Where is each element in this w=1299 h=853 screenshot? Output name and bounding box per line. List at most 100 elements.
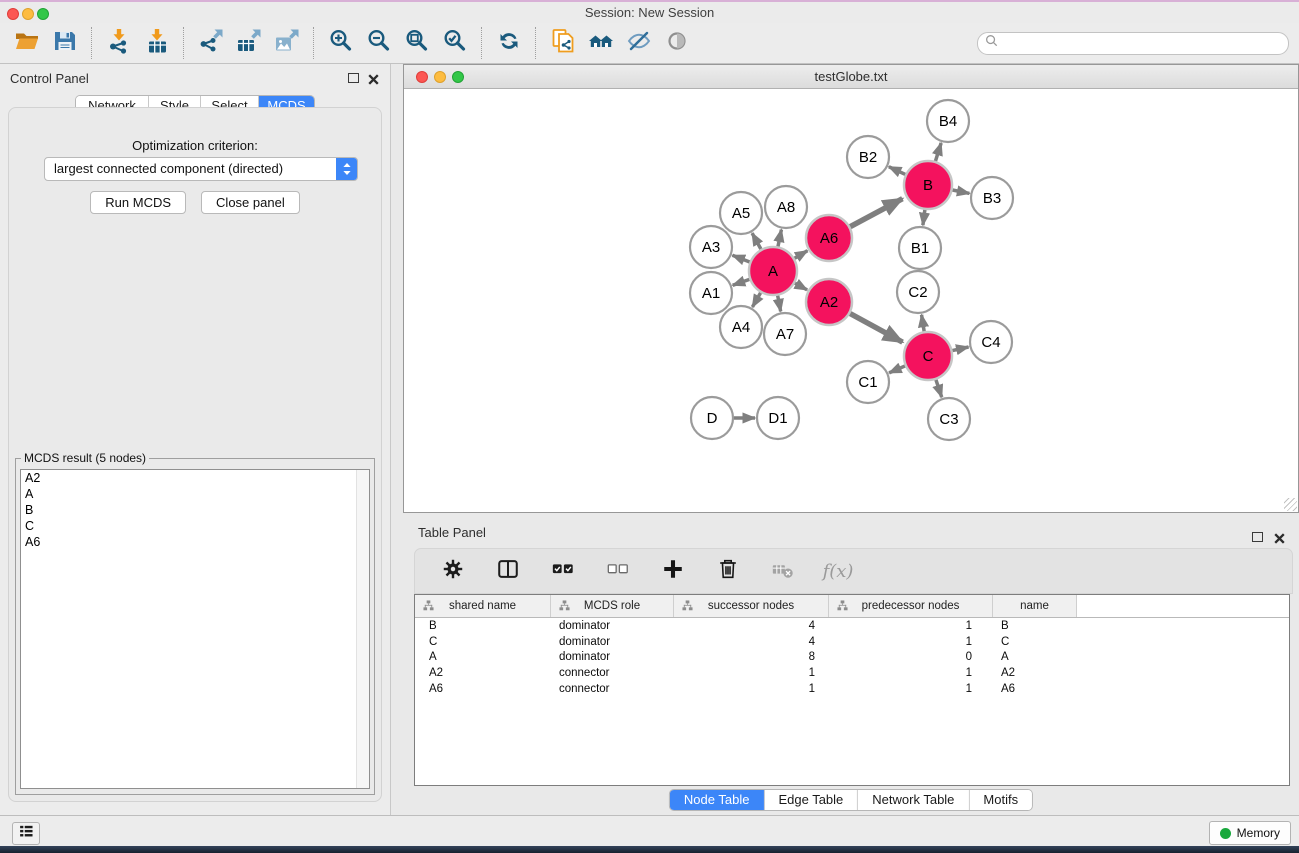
refresh-button[interactable]: [490, 26, 528, 60]
open-session-button[interactable]: [8, 26, 46, 60]
hide-graphics-details-icon: [626, 28, 652, 59]
function-builder-button[interactable]: f(x): [819, 554, 857, 588]
delete-table-button[interactable]: [764, 554, 802, 588]
mcds-result-item[interactable]: A: [21, 486, 369, 502]
search-input[interactable]: [1003, 35, 1281, 51]
node-C3[interactable]: C3: [928, 398, 970, 440]
column-header[interactable]: predecessor nodes: [829, 595, 993, 617]
node-A5[interactable]: A5: [720, 192, 762, 234]
node-C1[interactable]: C1: [847, 361, 889, 403]
node-A4[interactable]: A4: [720, 306, 762, 348]
import-table-button[interactable]: [138, 26, 176, 60]
edge-B-B4[interactable]: [935, 143, 941, 161]
clone-network-button[interactable]: [544, 26, 582, 60]
deselect-all-columns-button[interactable]: [599, 554, 637, 588]
mcds-result-list[interactable]: A2ABCA6: [20, 469, 370, 789]
zoom-fit-button[interactable]: [398, 26, 436, 60]
zoom-out-button[interactable]: [360, 26, 398, 60]
node-C[interactable]: C: [904, 332, 952, 380]
criterion-dropdown[interactable]: largest connected component (directed): [44, 157, 358, 181]
tab-edge-table[interactable]: Edge Table: [764, 790, 858, 810]
search-box[interactable]: [977, 32, 1289, 55]
node-A7[interactable]: A7: [764, 313, 806, 355]
export-image-button[interactable]: [268, 26, 306, 60]
edge-B-B3[interactable]: [952, 190, 969, 193]
network-canvas[interactable]: A A1 A2 A3 A4 A5 A6 A7 A8 B B1 B2 B3B4 C C1 C2 C3C4 D D1: [404, 89, 1298, 512]
node-B1[interactable]: B1: [899, 227, 941, 269]
save-session-button[interactable]: [46, 26, 84, 60]
select-all-columns-button[interactable]: [544, 554, 582, 588]
mcds-result-item[interactable]: A2: [21, 470, 369, 486]
table-row[interactable]: Cdominator41C: [415, 634, 1289, 650]
edge-A-A1[interactable]: [733, 279, 750, 285]
node-C2[interactable]: C2: [897, 271, 939, 313]
node-A1[interactable]: A1: [690, 272, 732, 314]
edge-A2-C[interactable]: [850, 313, 902, 342]
edge-A-A3[interactable]: [732, 255, 749, 262]
mcds-result-item[interactable]: C: [21, 518, 369, 534]
edge-A-A4[interactable]: [752, 293, 760, 307]
edge-C-C4[interactable]: [952, 347, 968, 351]
close-panel-button[interactable]: [1274, 531, 1285, 542]
edge-C-C3[interactable]: [936, 380, 942, 397]
edge-B-B1[interactable]: [923, 210, 925, 225]
node-label: A1: [702, 285, 720, 302]
tab-motifs[interactable]: Motifs: [969, 790, 1032, 810]
node-C4[interactable]: C4: [970, 321, 1012, 363]
node-D1[interactable]: D1: [757, 397, 799, 439]
mcds-result-item[interactable]: A6: [21, 534, 369, 550]
resize-grip[interactable]: [1284, 498, 1297, 511]
hide-graphics-details-button[interactable]: [620, 26, 658, 60]
node-D[interactable]: D: [691, 397, 733, 439]
edge-A-A6[interactable]: [795, 251, 808, 259]
tab-network-table[interactable]: Network Table: [858, 790, 969, 810]
scrollbar[interactable]: [356, 470, 369, 788]
export-table-button[interactable]: [230, 26, 268, 60]
table-row[interactable]: A2connector11A2: [415, 665, 1289, 681]
edge-A-A8[interactable]: [778, 230, 781, 247]
edge-A-A7[interactable]: [778, 296, 781, 312]
close-panel-button[interactable]: [368, 72, 379, 83]
node-B2[interactable]: B2: [847, 136, 889, 178]
mcds-result-item[interactable]: B: [21, 502, 369, 518]
node-B4[interactable]: B4: [927, 100, 969, 142]
import-network-button[interactable]: [100, 26, 138, 60]
edge-C-C1[interactable]: [889, 366, 905, 373]
node-A[interactable]: A: [749, 247, 797, 295]
edge-B-B2[interactable]: [889, 167, 906, 175]
edge-C-C2[interactable]: [922, 315, 925, 332]
float-panel-button[interactable]: [348, 73, 359, 83]
show-graphics-details-button[interactable]: [658, 26, 696, 60]
node-B[interactable]: B: [904, 161, 952, 209]
table-row[interactable]: Adominator80A: [415, 650, 1289, 666]
table-row[interactable]: A6connector11A6: [415, 681, 1289, 697]
run-mcds-button[interactable]: Run MCDS: [90, 191, 186, 214]
close-panel-button[interactable]: Close panel: [201, 191, 300, 214]
node-table[interactable]: shared nameMCDS rolesuccessor nodesprede…: [414, 594, 1290, 786]
node-A3[interactable]: A3: [690, 226, 732, 268]
toggle-columns-button[interactable]: [489, 554, 527, 588]
column-header[interactable]: shared name: [415, 595, 551, 617]
table-row[interactable]: Bdominator41B: [415, 618, 1289, 634]
column-header[interactable]: MCDS role: [551, 595, 674, 617]
table-settings-button[interactable]: [434, 554, 472, 588]
zoom-selected-button[interactable]: [436, 26, 474, 60]
node-A6[interactable]: A6: [806, 215, 852, 261]
zoom-in-button[interactable]: [322, 26, 360, 60]
edge-A-A2[interactable]: [795, 283, 807, 290]
show-panels-button[interactable]: [12, 822, 40, 845]
node-A2[interactable]: A2: [806, 279, 852, 325]
export-network-button[interactable]: [192, 26, 230, 60]
node-B3[interactable]: B3: [971, 177, 1013, 219]
home-layout-button[interactable]: [582, 26, 620, 60]
column-header[interactable]: name: [993, 595, 1077, 617]
delete-columns-button[interactable]: [709, 554, 747, 588]
edge-A-A5[interactable]: [752, 233, 761, 249]
create-column-button[interactable]: [654, 554, 692, 588]
column-header[interactable]: successor nodes: [674, 595, 829, 617]
node-A8[interactable]: A8: [765, 186, 807, 228]
float-panel-button[interactable]: [1252, 532, 1263, 542]
edge-A6-B[interactable]: [850, 199, 902, 227]
memory-button[interactable]: Memory: [1209, 821, 1291, 845]
tab-node-table[interactable]: Node Table: [670, 790, 765, 810]
